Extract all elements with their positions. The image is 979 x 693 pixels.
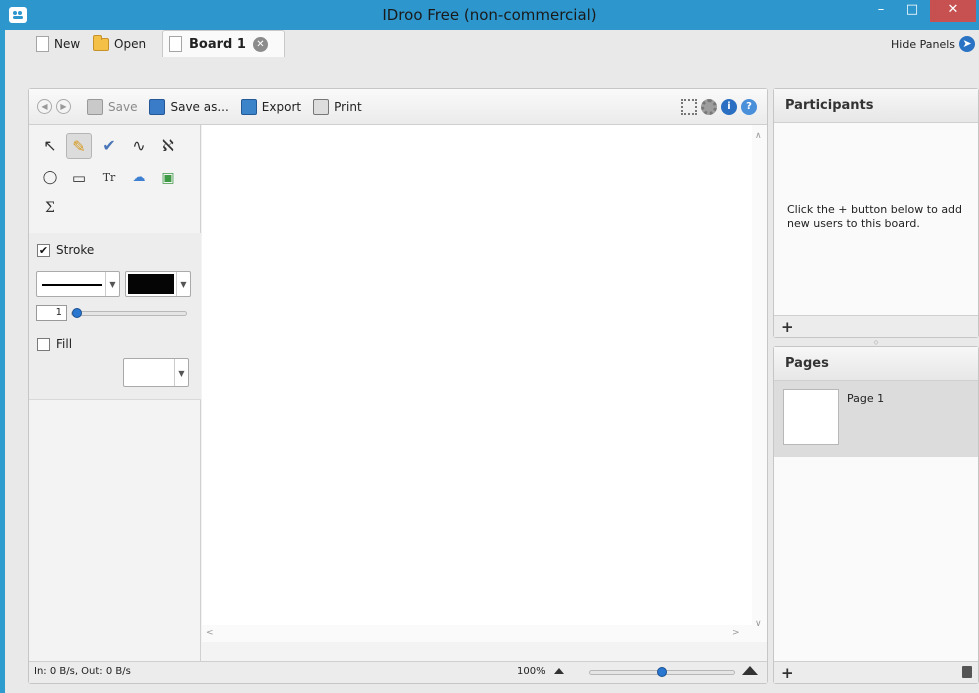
zoom-slider[interactable]: [589, 667, 735, 677]
side-panels: Participants Click the + button below to…: [773, 88, 979, 684]
participants-footer: +: [774, 315, 978, 337]
participants-panel: Participants Click the + button below to…: [773, 88, 979, 338]
fill-label: Fill: [56, 337, 73, 351]
folder-icon: [93, 34, 109, 51]
open-label: Open: [114, 37, 147, 51]
pages-footer: +: [774, 661, 978, 683]
page-label: Page 1: [847, 392, 885, 405]
scroll-left-icon[interactable]: <: [206, 628, 214, 638]
lasso-tool-icon[interactable]: ℵ: [155, 133, 181, 159]
close-window-button[interactable]: ✕: [930, 0, 976, 22]
export-icon: [240, 98, 257, 115]
chevron-down-icon: ▼: [176, 272, 190, 296]
divider: [29, 399, 201, 400]
panel-splitter[interactable]: ◇: [773, 339, 979, 346]
save-as-button[interactable]: Save as...: [149, 98, 229, 115]
line-style-select[interactable]: ▼: [36, 271, 120, 297]
zoom-in-icon[interactable]: [742, 666, 758, 675]
help-icon[interactable]: ?: [741, 99, 757, 115]
export-label: Export: [261, 99, 302, 114]
speech-bubble-tool-icon[interactable]: ☁: [126, 165, 152, 191]
export-button[interactable]: Export: [240, 98, 302, 115]
back-icon[interactable]: ◀: [37, 99, 52, 114]
stroke-color-swatch: [128, 274, 174, 294]
title-bar: IDroo Free (non-commercial) – □ ✕: [0, 0, 979, 30]
new-board-button[interactable]: New: [36, 33, 80, 55]
page-thumbnail[interactable]: [783, 389, 839, 445]
zoom-out-icon[interactable]: [554, 668, 564, 674]
tab-board-1[interactable]: Board 1 ✕: [162, 30, 285, 57]
save-as-icon: [149, 98, 166, 115]
line-style-preview: [42, 284, 102, 286]
window-title: IDroo Free (non-commercial): [382, 6, 597, 24]
forward-icon[interactable]: ▶: [56, 99, 71, 114]
save-label: Save: [108, 99, 138, 114]
stroke-width-input[interactable]: 1: [36, 305, 67, 321]
new-label: New: [54, 37, 81, 51]
status-bar: In: 0 B/s, Out: 0 B/s 100%: [29, 661, 767, 683]
scroll-down-icon[interactable]: ∨: [755, 619, 762, 629]
maximize-button[interactable]: □: [897, 0, 927, 22]
save-as-label: Save as...: [170, 99, 229, 114]
fullscreen-icon[interactable]: [681, 99, 697, 115]
freehand-tool-icon[interactable]: ∿: [126, 133, 152, 159]
text-tool-icon[interactable]: Tr: [96, 165, 122, 191]
board-panel: ◀ ▶ Save Save as... Export Print i ? ↖ ✎: [28, 88, 768, 684]
open-board-button[interactable]: Open: [93, 33, 146, 55]
gear-icon[interactable]: [701, 99, 717, 115]
horizontal-scrollbar[interactable]: < >: [202, 625, 752, 642]
fill-section: Fill ▼: [29, 327, 201, 399]
hide-panels-button[interactable]: Hide Panels ➤: [891, 36, 975, 52]
participants-hint: Click the + button below to add new user…: [787, 203, 963, 230]
rectangle-tool-icon[interactable]: ▭: [66, 165, 92, 191]
scroll-right-icon[interactable]: >: [732, 628, 740, 638]
fill-checkbox[interactable]: [37, 338, 50, 351]
print-button[interactable]: Print: [313, 98, 362, 115]
hide-panels-label: Hide Panels: [891, 37, 955, 51]
ellipse-tool-icon[interactable]: ◯: [37, 165, 63, 191]
vertical-scrollbar[interactable]: ∧ ∨: [752, 125, 767, 642]
stroke-width-slider[interactable]: [71, 308, 187, 318]
stroke-section: ✔ Stroke ▼ ▼ 1: [29, 233, 201, 327]
close-tab-icon[interactable]: ✕: [252, 36, 268, 52]
add-page-button[interactable]: +: [781, 664, 794, 682]
slider-thumb[interactable]: [72, 308, 82, 318]
fill-color-select[interactable]: ▼: [123, 358, 189, 387]
add-participant-button[interactable]: +: [781, 318, 794, 336]
pages-panel: Pages Page 1 +: [773, 346, 979, 684]
save-icon: [87, 98, 103, 115]
trash-icon[interactable]: [962, 666, 972, 678]
pointer-tool-icon[interactable]: ↖: [37, 133, 63, 159]
minimize-button[interactable]: –: [866, 0, 896, 22]
pencil-tool-icon[interactable]: ✎: [66, 133, 92, 159]
save-button[interactable]: Save: [87, 98, 138, 115]
print-label: Print: [334, 99, 362, 114]
zoom-slider-thumb[interactable]: [657, 667, 667, 677]
stroke-color-select[interactable]: ▼: [125, 271, 191, 297]
participants-title: Participants: [774, 89, 978, 123]
info-icon[interactable]: i: [721, 99, 737, 115]
stroke-checkbox[interactable]: ✔: [37, 244, 50, 257]
drawing-canvas[interactable]: [202, 125, 752, 625]
board-tab-label: Board 1: [189, 36, 246, 52]
scroll-up-icon[interactable]: ∧: [755, 131, 762, 141]
tools-sidebar: ↖ ✎ ✔ ∿ ℵ ◯ ▭ Tr ☁ ▣ Σ ✔ Stroke ▼ ▼ 1 Fi…: [29, 125, 201, 661]
formula-tool-icon[interactable]: Σ: [37, 195, 63, 221]
toolbar: ◀ ▶ Save Save as... Export Print i ?: [29, 89, 767, 125]
pages-title: Pages: [774, 347, 978, 381]
arrow-right-icon: ➤: [959, 36, 975, 52]
chevron-down-icon: ▼: [174, 359, 188, 386]
new-document-icon: [36, 36, 49, 52]
zoom-level: 100%: [517, 666, 546, 677]
image-tool-icon[interactable]: ▣: [155, 165, 181, 191]
printer-icon: [313, 98, 330, 115]
highlighter-tool-icon[interactable]: ✔: [96, 133, 122, 159]
stroke-label: Stroke: [56, 243, 95, 257]
network-status: In: 0 B/s, Out: 0 B/s: [34, 666, 131, 677]
toolbar-right-group: i ?: [677, 99, 757, 115]
board-document-icon: [169, 36, 182, 52]
chevron-down-icon: ▼: [105, 272, 119, 296]
page-item[interactable]: Page 1: [774, 381, 978, 457]
